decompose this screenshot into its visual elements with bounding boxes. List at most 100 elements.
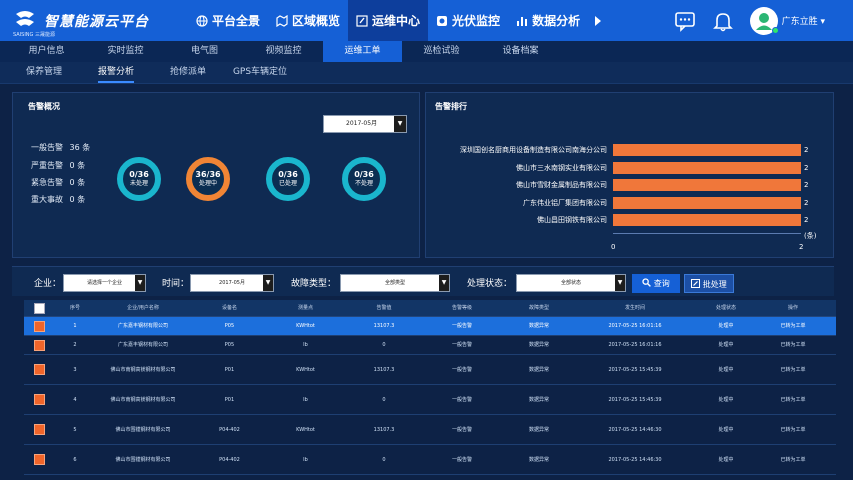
row-action-link[interactable]: 已转为工单 bbox=[761, 341, 825, 349]
row-action-link[interactable]: 已转为工单 bbox=[761, 426, 825, 434]
row-action-link[interactable]: 已转为工单 bbox=[761, 322, 825, 330]
table-cell: 数据异常 bbox=[528, 323, 549, 329]
stat-general: 一般告警 36 条 bbox=[31, 142, 90, 153]
tab-device-archive[interactable]: 设备档案 bbox=[481, 41, 560, 62]
row-action-link[interactable]: 已转为工单 bbox=[761, 456, 825, 464]
company-select[interactable]: 请选择一个企业 ▼ bbox=[63, 274, 146, 292]
col-header: 告警等级 bbox=[451, 305, 472, 311]
table-row[interactable]: 6 佛山市围镗钢材有限公司 P04-402 Ib 0 一般告警 数据异常 2017-05-25… bbox=[24, 445, 836, 475]
bar-value-label: 2 bbox=[804, 181, 809, 189]
table-cell: 2 bbox=[73, 342, 77, 348]
nav-more-arrow[interactable] bbox=[588, 0, 608, 41]
row-checkbox[interactable] bbox=[34, 394, 45, 405]
nav-data-analysis[interactable]: 数据分析 bbox=[508, 0, 588, 41]
table-cell: 处理中 bbox=[718, 323, 734, 329]
row-checkbox[interactable] bbox=[34, 424, 45, 435]
tab-maintenance[interactable]: 保养管理 bbox=[8, 62, 80, 83]
table-cell: 一般告警 bbox=[451, 323, 472, 329]
stat-label: 重大事故 bbox=[31, 195, 63, 204]
batch-process-button[interactable]: 批处理 bbox=[684, 274, 734, 293]
tab-inspection[interactable]: 巡检试验 bbox=[402, 41, 481, 62]
alarm-overview-panel: 告警概况 2017-05月 ▼ 一般告警 36 条 严重告警 0 条 紧急告警 … bbox=[12, 92, 420, 258]
ring-unprocessed[interactable]: 0/36 未处理 bbox=[117, 157, 161, 201]
table-row[interactable]: 2 广东嘉丰钢材有限公司 P05 Ib 0 一般告警 数据异常 2017-05-25 16:0… bbox=[24, 336, 836, 355]
row-checkbox[interactable] bbox=[34, 320, 45, 332]
bar[interactable] bbox=[613, 214, 801, 226]
globe-icon bbox=[196, 14, 208, 27]
tab-realtime-monitor[interactable]: 实时监控 bbox=[86, 41, 165, 62]
bar[interactable] bbox=[613, 196, 801, 209]
nav-pv-monitoring[interactable]: 光伏监控 bbox=[428, 0, 508, 41]
stat-unit: 条 bbox=[82, 143, 91, 152]
row-action-link[interactable]: 已转为工单 bbox=[761, 396, 825, 404]
caret-right-icon bbox=[595, 15, 602, 26]
tab-gps-vehicle[interactable]: GPS车辆定位 bbox=[224, 62, 296, 83]
fault-type-select[interactable]: 全部类型 ▼ bbox=[340, 274, 450, 292]
col-header: 告警值 bbox=[376, 305, 392, 311]
table-cell: 处理中 bbox=[718, 366, 734, 373]
month-select[interactable]: 2017-05月 ▼ bbox=[323, 115, 407, 133]
tab-alarm-analysis[interactable]: 报警分析 bbox=[80, 62, 152, 83]
table-cell: 0 bbox=[382, 342, 386, 348]
company-select-value: 请选择一个企业 bbox=[86, 280, 122, 286]
nav-ops-center[interactable]: 运维中心 bbox=[348, 0, 429, 41]
stat-major: 重大事故 0 条 bbox=[31, 194, 85, 205]
edit-icon bbox=[691, 279, 701, 288]
bell-icon[interactable] bbox=[712, 10, 734, 32]
table-row[interactable]: 5 佛山市围镗钢材有限公司 P04-402 KWHtot 13107.3 一般告警 数据异常… bbox=[24, 415, 836, 445]
tab-work-orders[interactable]: 运维工单 bbox=[323, 41, 402, 62]
ring-value: 36/36 bbox=[195, 170, 221, 179]
sub-nav: 用户信息 实时监控 电气图 视频监控 运维工单 巡检试验 设备档案 bbox=[0, 41, 853, 62]
table-cell: 处理中 bbox=[718, 396, 734, 403]
alarm-table: 序号 企业/用户名称 设备名 测量点 告警值 告警等级 故障类型 发生时间 处理… bbox=[24, 300, 836, 475]
select-all-checkbox[interactable] bbox=[34, 302, 45, 314]
ring-value: 0/36 bbox=[278, 170, 298, 179]
table-row[interactable]: 3 佛山市南钢高镁钢材有限公司 P01 KWHtot 13107.3 一般告警 数据异常 20… bbox=[24, 355, 836, 385]
table-cell: 佛山市围镗钢材有限公司 bbox=[115, 456, 171, 463]
stat-label: 紧急告警 bbox=[31, 178, 63, 187]
tab-video-monitor[interactable]: 视频监控 bbox=[244, 41, 323, 62]
ring-processed[interactable]: 0/36 已处理 bbox=[266, 157, 310, 201]
table-cell: 佛山市南钢高镁钢材有限公司 bbox=[110, 366, 176, 373]
nav-region-overview[interactable]: 区域概览 bbox=[268, 0, 348, 41]
nav-platform-overview[interactable]: 平台全景 bbox=[188, 0, 268, 41]
bar-category-label: 广东伟业铝厂集团有限公司 bbox=[523, 198, 607, 207]
col-header: 发生时间 bbox=[624, 305, 645, 311]
row-checkbox[interactable] bbox=[34, 454, 45, 465]
brand-logo[interactable]: 智慧能源云平台 SAISING 三晟能源 bbox=[12, 6, 149, 38]
query-button[interactable]: 查询 bbox=[632, 274, 680, 293]
ring-processing[interactable]: 36/36 处理中 bbox=[186, 157, 230, 201]
table-cell: 1 bbox=[73, 323, 77, 329]
tab-electrical-diagram[interactable]: 电气图 bbox=[165, 41, 244, 62]
table-cell: P01 bbox=[224, 366, 235, 373]
table-cell: 一般告警 bbox=[451, 396, 472, 403]
x-tick-label: 2 bbox=[799, 242, 804, 251]
user-name-dropdown[interactable]: 广东立胜 ▾ bbox=[782, 14, 825, 27]
table-row[interactable]: 4 佛山市南钢高镁钢材有限公司 P01 Ib 0 一般告警 数据异常 2017-05-25 1… bbox=[24, 385, 836, 415]
avatar[interactable] bbox=[749, 6, 779, 35]
table-cell: 0 bbox=[382, 396, 386, 403]
tab-user-info[interactable]: 用户信息 bbox=[7, 41, 86, 62]
ring-not-processed[interactable]: 0/36 不处理 bbox=[342, 157, 386, 201]
row-action-link[interactable]: 已转为工单 bbox=[761, 366, 825, 374]
panel-title: 告警概况 bbox=[28, 102, 60, 111]
status-select[interactable]: 全部状态 ▼ bbox=[516, 274, 626, 292]
table-row[interactable]: 1 广东嘉丰钢材有限公司 P05 KWHtot 13107.3 一般告警 数据异常 2017-… bbox=[24, 317, 836, 336]
bar[interactable] bbox=[613, 144, 801, 156]
caret-down-icon: ▼ bbox=[135, 275, 145, 291]
batch-label: 批处理 bbox=[702, 280, 727, 289]
row-checkbox[interactable] bbox=[34, 339, 45, 351]
bar[interactable] bbox=[613, 179, 801, 191]
table-header: 序号 企业/用户名称 设备名 测量点 告警值 告警等级 故障类型 发生时间 处理… bbox=[24, 300, 836, 317]
nav-label: 数据分析 bbox=[532, 14, 581, 28]
table-cell: 13107.3 bbox=[373, 426, 395, 433]
nav-label: 平台全景 bbox=[212, 14, 261, 28]
tab-repair-dispatch[interactable]: 抢修派单 bbox=[152, 62, 224, 83]
table-cell: 2017-05-25 14:46:30 bbox=[608, 426, 662, 433]
table-cell: 一般告警 bbox=[451, 366, 472, 373]
time-select[interactable]: 2017-05月 ▼ bbox=[190, 274, 274, 292]
bar[interactable] bbox=[613, 161, 801, 174]
stat-value: 0 bbox=[69, 195, 75, 204]
message-icon[interactable] bbox=[674, 10, 696, 32]
row-checkbox[interactable] bbox=[34, 364, 45, 375]
